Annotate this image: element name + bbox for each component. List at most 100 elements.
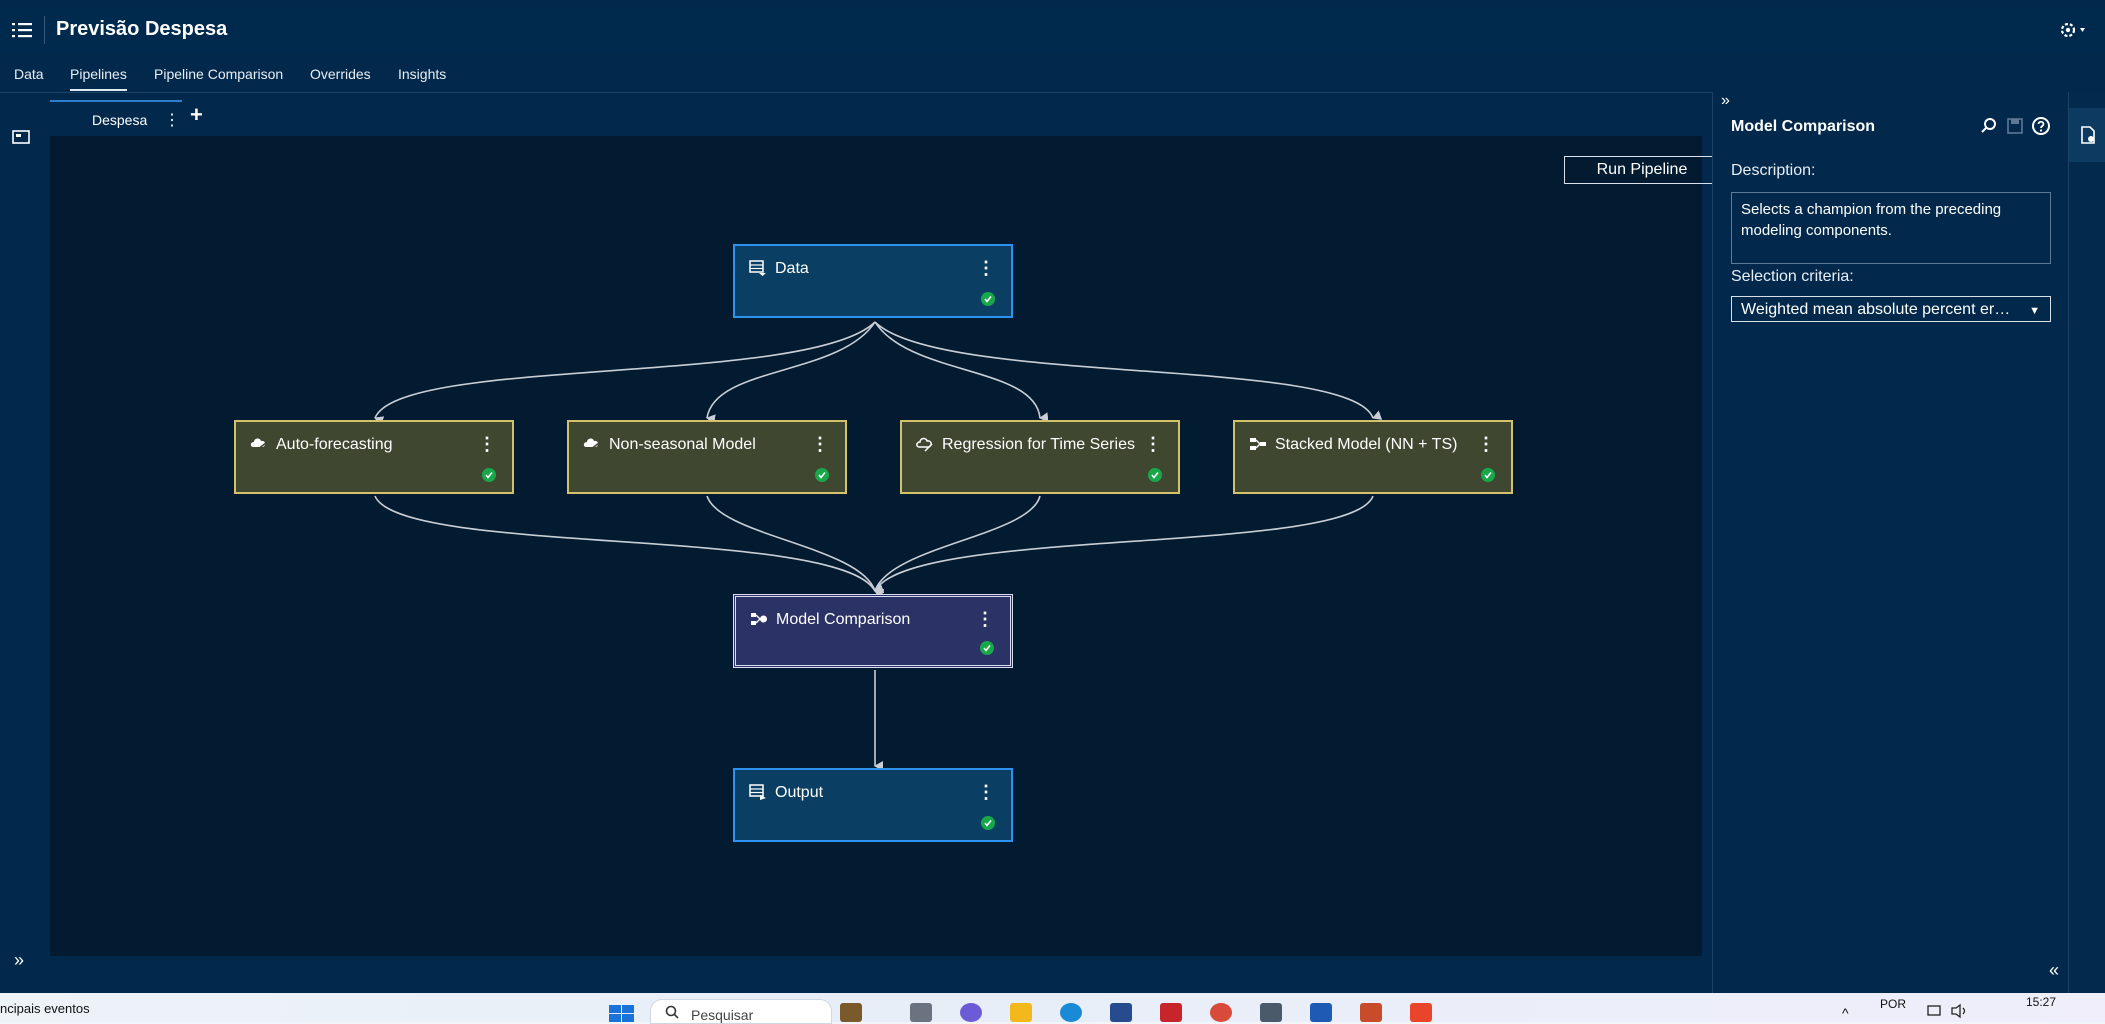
taskbar-search-input[interactable]: Pesquisar [650,999,832,1024]
pipeline-tab-despesa[interactable]: Despesa ⋮ [50,100,182,138]
app-window: Previsão Despesa Data Pipelines Pipeline… [0,0,2105,993]
status-success-icon [980,641,994,655]
search-placeholder: Pesquisar [691,1007,754,1023]
selection-criteria-value: Weighted mean absolute percent er… [1741,301,2011,318]
search-icon[interactable] [1979,116,1999,136]
description-label: Description: [1731,162,1816,179]
node-more-button[interactable]: ⋮ [976,609,994,630]
app-header: Previsão Despesa [0,8,2105,52]
output-table-icon [749,784,766,800]
left-toolbar: » [0,94,46,993]
node-label: Non-seasonal Model [609,436,756,453]
status-success-icon [981,292,995,306]
stacked-model-icon [1250,438,1266,450]
save-icon[interactable] [2005,116,2025,136]
news-widget-text[interactable]: ncipais eventos [0,1001,90,1016]
regression-cloud-icon [916,437,933,452]
node-regression-time-series[interactable]: Regression for Time Series ⋮ [900,420,1180,494]
edge-data-auto [374,321,876,426]
node-label: Auto-forecasting [276,436,393,453]
add-pipeline-button[interactable]: + [190,102,203,128]
taskbar-chat-icon[interactable] [960,1003,982,1022]
tab-pipelines[interactable]: Pipelines [70,66,127,91]
forecast-cloud-icon [250,438,267,450]
status-success-icon [1481,468,1495,482]
main-tabs: Data Pipelines Pipeline Comparison Overr… [0,58,1712,93]
taskbar-chrome-icon[interactable] [1210,1003,1232,1022]
node-output[interactable]: Output ⋮ [733,768,1013,842]
right-rail [2068,92,2105,993]
clock-time[interactable]: 15:27 [2026,995,2056,1009]
description-text: Selects a champion from the preceding mo… [1731,192,2051,264]
forecast-cloud-icon [583,438,600,450]
node-more-button[interactable]: ⋮ [977,258,995,279]
panel-toolbar [1965,116,2055,138]
node-label: Output [775,784,824,801]
chevron-down-icon: ▼ [2029,305,2040,317]
windows-start-icon[interactable] [609,1005,635,1022]
node-stacked-model[interactable]: Stacked Model (NN + TS) ⋮ [1233,420,1513,494]
gear-icon[interactable] [2059,20,2087,40]
model-comparison-icon [751,613,767,625]
selection-criteria-dropdown[interactable]: Weighted mean absolute percent er… ▼ [1731,296,2051,322]
panel-toggle-icon[interactable] [12,130,30,144]
language-indicator[interactable]: POR [1880,997,1906,1011]
collapse-panel-button[interactable]: » [1721,92,1730,110]
document-settings-icon [2081,126,2095,144]
status-success-icon [815,468,829,482]
app-title: Previsão Despesa [56,18,228,40]
node-more-button[interactable]: ⋮ [1144,434,1162,455]
taskbar-app-widget-icon[interactable] [840,1003,862,1022]
pipeline-tab-more-button[interactable]: ⋮ [164,110,180,130]
taskbar-store-icon[interactable] [1110,1003,1132,1022]
tab-data[interactable]: Data [14,66,44,82]
edge-data-stacked [874,321,1383,420]
node-properties-rail-button[interactable] [2069,108,2105,162]
tab-pipeline-comparison[interactable]: Pipeline Comparison [154,66,283,82]
search-icon [665,1005,679,1019]
header-divider [44,16,45,44]
node-more-button[interactable]: ⋮ [977,782,995,803]
tab-insights[interactable]: Insights [398,66,446,82]
status-success-icon [1148,468,1162,482]
node-non-seasonal-model[interactable]: Non-seasonal Model ⋮ [567,420,847,494]
selection-criteria-label: Selection criteria: [1731,268,1854,285]
node-label: Regression for Time Series [942,436,1135,453]
edge-regression-comparison [874,495,1041,599]
network-volume-icon[interactable] [1926,1003,1972,1019]
edge-auto-comparison [374,495,885,592]
edge-nonseasonal-comparison [706,495,885,594]
node-more-button[interactable]: ⋮ [1477,434,1495,455]
expand-right-button[interactable]: « [2049,960,2059,981]
taskbar-file-explorer-icon[interactable] [1010,1003,1032,1022]
status-success-icon [482,468,496,482]
panel-title: Model Comparison [1731,118,1876,135]
taskbar-edge-icon[interactable] [1060,1003,1082,1022]
taskbar-word-icon[interactable] [1310,1003,1332,1022]
tab-overrides[interactable]: Overrides [310,66,371,82]
taskbar-snipping-tool-icon[interactable] [1410,1003,1432,1022]
data-table-icon [749,260,766,276]
status-success-icon [981,816,995,830]
node-more-button[interactable]: ⋮ [811,434,829,455]
node-auto-forecasting[interactable]: Auto-forecasting ⋮ [234,420,514,494]
tray-overflow-icon[interactable]: ^ [1842,1005,1849,1021]
taskbar-calculator-icon[interactable] [1260,1003,1282,1022]
run-pipeline-button[interactable]: Run Pipeline [1564,156,1720,184]
taskbar-filezilla-icon[interactable] [1160,1003,1182,1022]
node-more-button[interactable]: ⋮ [478,434,496,455]
expand-left-button[interactable]: » [14,950,24,971]
os-taskbar: ncipais eventos Pesquisar ^ POR 15:27 [0,993,2105,1024]
edge-stacked-comparison [874,495,1374,600]
menu-list-icon[interactable] [12,20,34,40]
node-model-comparison[interactable]: Model Comparison ⋮ [733,594,1013,668]
pipeline-tabs: Despesa ⋮ + [50,100,1704,138]
taskbar-task-view-icon[interactable] [910,1003,932,1022]
node-label: Stacked Model (NN + TS) [1275,436,1458,453]
node-label: Model Comparison [776,611,911,628]
properties-panel: » Model Comparison Description: Selects … [1712,92,2069,993]
pipeline-canvas: Run Pipeline Data ⋮ Auto-forecasting ⋮ N… [50,136,1720,956]
node-data[interactable]: Data ⋮ [733,244,1013,318]
help-icon[interactable] [2031,116,2051,136]
taskbar-powerpoint-icon[interactable] [1360,1003,1382,1022]
